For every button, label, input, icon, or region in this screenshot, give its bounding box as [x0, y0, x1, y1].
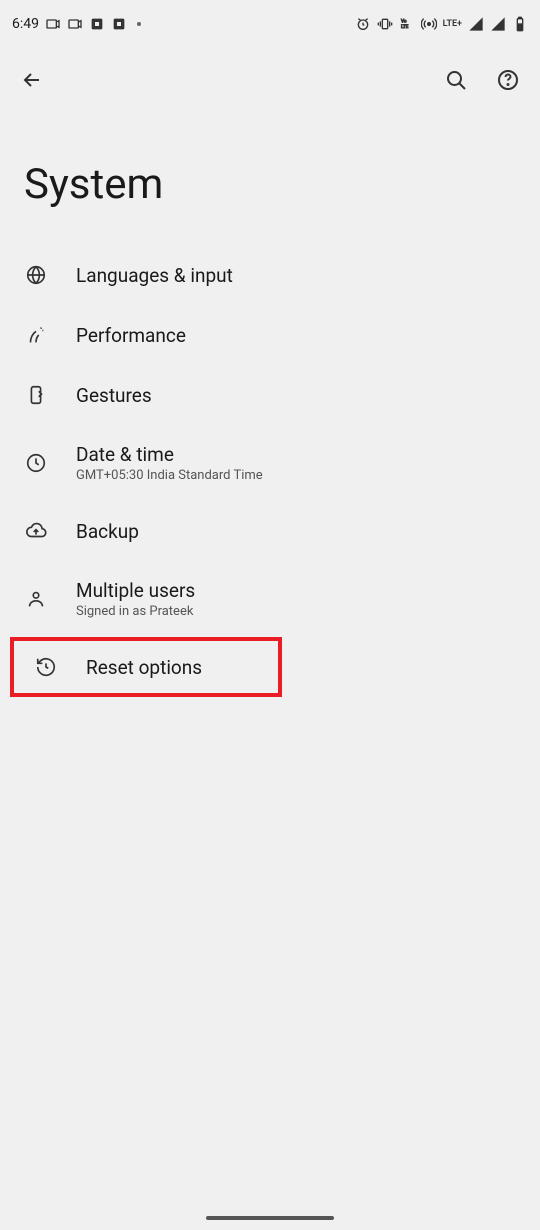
cloud-upload-icon — [24, 519, 48, 543]
status-bar: 6:49 VoLTE LTE+ — [0, 0, 540, 48]
back-button[interactable] — [20, 68, 44, 92]
gestures-icon — [24, 383, 48, 407]
clock-icon — [24, 451, 48, 475]
svg-text:Vo: Vo — [401, 19, 407, 25]
languages-input-item[interactable]: Languages & input — [0, 245, 540, 305]
list-item-sub: Signed in as Prateek — [76, 604, 195, 619]
svg-text:LTE: LTE — [401, 24, 409, 30]
vibrate-icon — [377, 16, 393, 32]
history-icon — [34, 655, 58, 679]
signal-icon-1 — [468, 16, 484, 32]
hotspot-icon — [421, 16, 437, 32]
page-title: System — [0, 112, 540, 245]
status-right: VoLTE LTE+ — [355, 16, 528, 32]
alarm-icon — [355, 16, 371, 32]
list-item-label: Reset options — [86, 656, 202, 679]
list-item-label: Date & time — [76, 443, 263, 466]
list-item-label: Multiple users — [76, 579, 195, 602]
app-bar — [0, 48, 540, 112]
lte-indicator: LTE+ — [443, 19, 462, 29]
battery-icon — [512, 16, 528, 32]
list-item-label: Performance — [76, 324, 186, 347]
notif-icon-3 — [89, 16, 105, 32]
multiple-users-item[interactable]: Multiple users Signed in as Prateek — [0, 561, 540, 637]
date-time-item[interactable]: Date & time GMT+05:30 India Standard Tim… — [0, 425, 540, 501]
help-button[interactable] — [496, 68, 520, 92]
notif-icon-4 — [111, 16, 127, 32]
gestures-item[interactable]: Gestures — [0, 365, 540, 425]
performance-icon — [24, 323, 48, 347]
notif-icon-1 — [45, 16, 61, 32]
list-item-label: Languages & input — [76, 264, 233, 287]
signal-icon-2 — [490, 16, 506, 32]
reset-options-item[interactable]: Reset options — [10, 637, 282, 697]
settings-list: Languages & input Performance Gestures D… — [0, 245, 540, 697]
more-notif-dot — [137, 22, 141, 26]
globe-icon — [24, 263, 48, 287]
nav-handle[interactable] — [206, 1216, 334, 1220]
person-icon — [24, 587, 48, 611]
volte-icon: VoLTE — [399, 16, 415, 32]
notif-icon-2 — [67, 16, 83, 32]
status-time: 6:49 — [12, 16, 39, 32]
backup-item[interactable]: Backup — [0, 501, 540, 561]
status-left: 6:49 — [12, 16, 141, 32]
performance-item[interactable]: Performance — [0, 305, 540, 365]
search-button[interactable] — [444, 68, 468, 92]
list-item-label: Gestures — [76, 384, 152, 407]
list-item-label: Backup — [76, 520, 139, 543]
list-item-sub: GMT+05:30 India Standard Time — [76, 468, 263, 483]
